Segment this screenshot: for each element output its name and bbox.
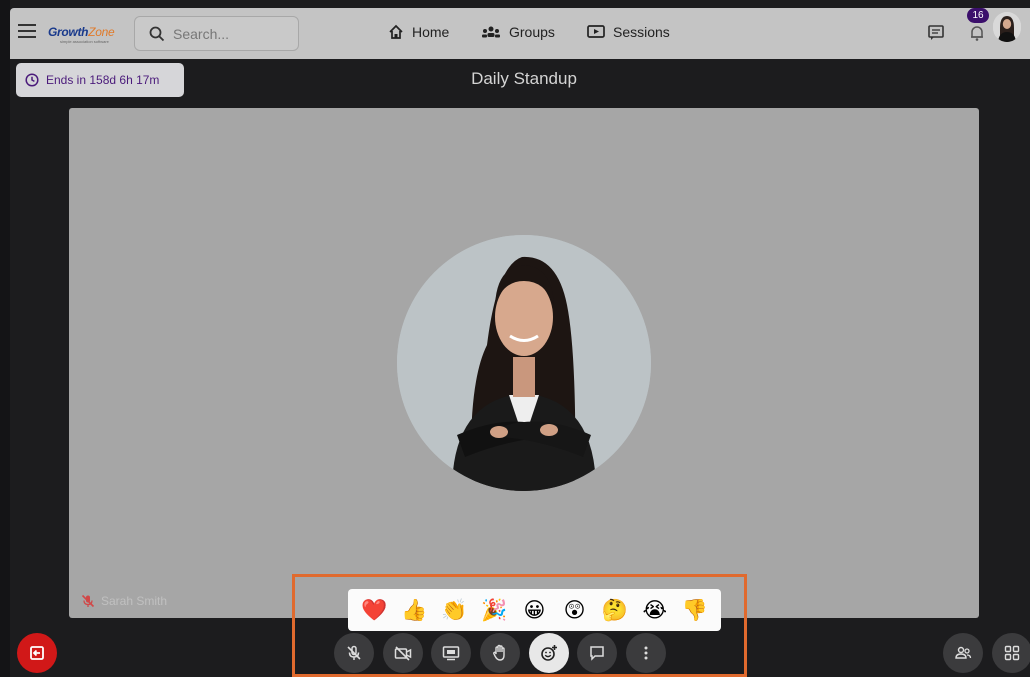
logo-text: Growth: [48, 25, 89, 39]
user-avatar[interactable]: [993, 12, 1021, 42]
messages-icon[interactable]: [927, 24, 945, 42]
menu-icon[interactable]: [18, 24, 36, 42]
reaction-astonished[interactable]: 😲: [560, 600, 590, 621]
participants-button[interactable]: [943, 633, 983, 673]
mic-muted-icon: [81, 594, 95, 608]
participant-label: Sarah Smith: [81, 594, 167, 608]
search-input[interactable]: [173, 23, 293, 45]
participants-icon: [955, 646, 972, 659]
raise-hand-button[interactable]: [480, 633, 520, 673]
participant-avatar: [397, 235, 651, 491]
leave-button[interactable]: [17, 633, 57, 673]
reaction-thinking[interactable]: 🤔: [600, 600, 630, 621]
reactions-button[interactable]: [529, 633, 569, 673]
mic-off-button[interactable]: [334, 633, 374, 673]
home-icon: [389, 24, 403, 39]
sessions-icon: [587, 25, 605, 38]
window-edge: [0, 0, 10, 677]
mic-off-icon: [347, 645, 361, 660]
more-options-button[interactable]: [626, 633, 666, 673]
nav-sessions-label: Sessions: [613, 24, 670, 40]
session-title: Daily Standup: [471, 69, 577, 88]
reaction-thumbs-up[interactable]: 👍: [399, 600, 429, 621]
camera-off-icon: [394, 646, 412, 661]
reactions-picker: ❤️ 👍 👏 🎉 😀 😲 🤔 😭 👎: [348, 589, 721, 631]
session-timer: Ends in 158d 6h 17m: [16, 63, 184, 97]
reaction-party[interactable]: 🎉: [479, 600, 509, 621]
participant-name: Sarah Smith: [101, 594, 168, 608]
reaction-grin[interactable]: 😀: [519, 600, 549, 621]
leave-icon: [30, 646, 44, 660]
clock-icon: [25, 73, 39, 87]
reaction-clap[interactable]: 👏: [439, 600, 469, 621]
search-box[interactable]: [134, 16, 299, 51]
nav-home[interactable]: Home: [388, 24, 449, 40]
avatar-image: [993, 12, 1021, 42]
grid-layout-icon: [1004, 645, 1020, 661]
reaction-heart[interactable]: ❤️: [359, 600, 389, 621]
groups-icon: [482, 26, 500, 38]
logo-text-accent: Zone: [88, 25, 115, 39]
layout-button[interactable]: [992, 633, 1030, 673]
hand-icon: [493, 644, 505, 661]
nav-groups-label: Groups: [509, 24, 555, 40]
notification-badge: 16: [967, 8, 989, 23]
timer-text: Ends in 158d 6h 17m: [46, 73, 160, 87]
chat-button[interactable]: [577, 633, 617, 673]
reaction-crying[interactable]: 😭: [640, 600, 670, 621]
nav-groups[interactable]: Groups: [481, 24, 555, 40]
participant-video-tile: Sarah Smith: [69, 108, 979, 618]
growthzone-logo[interactable]: GrowthZone: [48, 25, 115, 39]
chat-icon: [590, 646, 604, 661]
nav-sessions[interactable]: Sessions: [587, 24, 670, 40]
top-navigation-bar: GrowthZone simple association software H…: [10, 8, 1030, 59]
share-screen-button[interactable]: [431, 633, 471, 673]
nav-home-label: Home: [412, 24, 450, 40]
screen-share-icon: [442, 646, 460, 661]
camera-off-button[interactable]: [383, 633, 423, 673]
participant-photo: [397, 235, 651, 491]
reaction-thumbs-down[interactable]: 👎: [680, 600, 710, 621]
more-vertical-icon: [644, 646, 648, 660]
logo-tagline: simple association software: [60, 39, 109, 44]
search-icon: [149, 26, 165, 42]
notification-bell-icon[interactable]: [968, 24, 986, 42]
emoji-add-icon: [541, 645, 557, 661]
